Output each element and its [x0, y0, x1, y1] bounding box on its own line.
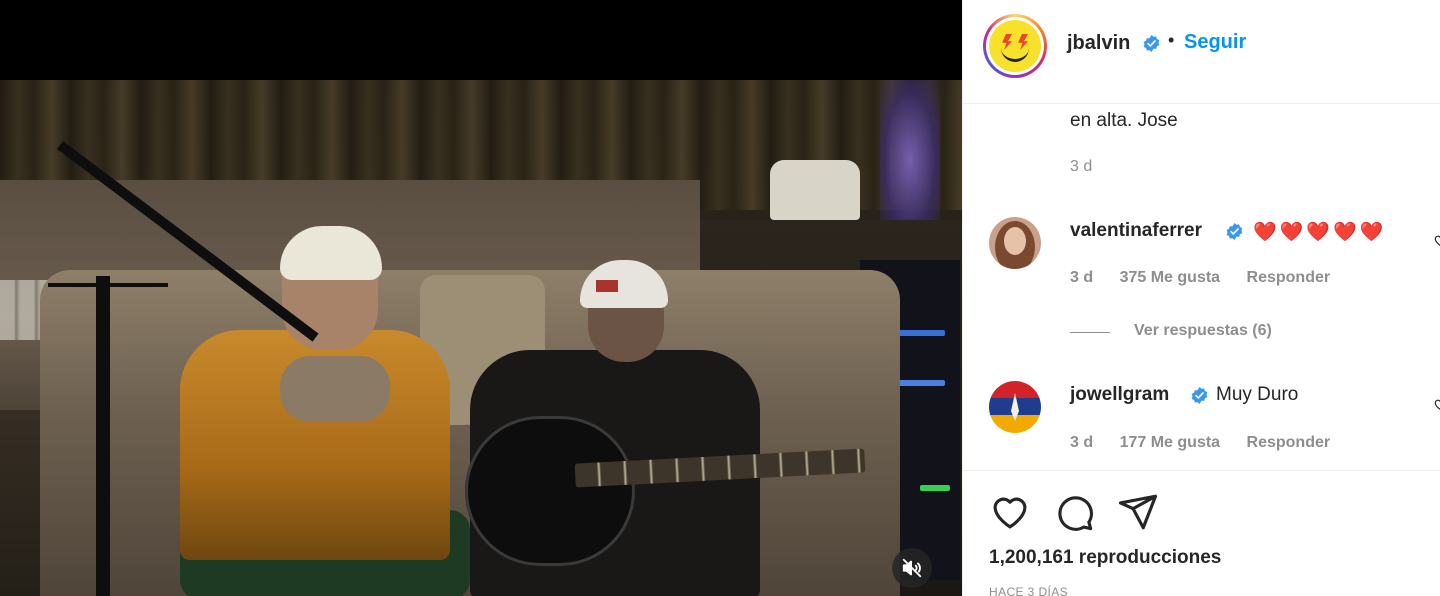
- view-count[interactable]: 1,200,161 reproducciones: [989, 547, 1221, 569]
- comments-list[interactable]: en alta. Jose 3 d valentinaferrer ❤️❤️❤️…: [963, 104, 1440, 470]
- mic-stand: [96, 276, 110, 596]
- purple-light: [880, 80, 940, 240]
- comment-time[interactable]: 3 d: [1070, 269, 1093, 286]
- follow-button[interactable]: Seguir: [1184, 31, 1246, 54]
- comment-icon[interactable]: [1053, 491, 1095, 533]
- post-header: jbalvin • Seguir: [963, 0, 1440, 104]
- caption-text: en alta. Jose: [1070, 110, 1178, 131]
- post-actions: 1,200,161 reproducciones HACE 3 DÍAS: [963, 470, 1440, 596]
- avatar-flag: [989, 381, 1041, 433]
- avatar-frame: [986, 17, 1044, 75]
- comment-meta: 3 d 177 Me gusta Responder: [1070, 434, 1352, 452]
- commenter-avatar[interactable]: [989, 381, 1041, 433]
- commenter-avatar[interactable]: [989, 217, 1041, 269]
- verified-badge-icon: [1143, 35, 1160, 52]
- separator-dot: •: [1168, 30, 1175, 50]
- guitar: [465, 416, 635, 566]
- comment-username[interactable]: jowellgram: [1070, 384, 1169, 406]
- author-username[interactable]: jbalvin: [1067, 32, 1130, 55]
- caption-time[interactable]: 3 d: [1070, 158, 1092, 176]
- heart-icon[interactable]: [1433, 232, 1440, 248]
- person-left-hands: [280, 356, 390, 422]
- mute-button[interactable]: [892, 548, 932, 588]
- comment-likes[interactable]: 177 Me gusta: [1120, 434, 1220, 451]
- video-player[interactable]: [0, 0, 962, 596]
- post-date[interactable]: HACE 3 DÍAS: [989, 585, 1068, 596]
- video-frame[interactable]: [0, 80, 962, 596]
- smiley-mouth: [1001, 48, 1029, 62]
- verified-badge-icon: [1191, 387, 1208, 404]
- heart-icon[interactable]: [1433, 396, 1440, 412]
- cap-logo: [596, 280, 618, 292]
- reply-button[interactable]: Responder: [1247, 434, 1331, 451]
- comment-likes[interactable]: 375 Me gusta: [1120, 269, 1220, 286]
- comment-meta: 3 d 375 Me gusta Responder: [1070, 269, 1352, 287]
- speaker-muted-icon: [902, 558, 922, 578]
- send-icon[interactable]: [1117, 491, 1159, 533]
- verified-badge-icon: [1226, 223, 1243, 240]
- replies-divider: [1070, 332, 1110, 333]
- heart-icon[interactable]: [989, 491, 1031, 533]
- post-sidebar: jbalvin • Seguir en alta. Jose 3 d valen…: [962, 0, 1440, 596]
- view-replies-button[interactable]: Ver respuestas (6): [1134, 322, 1272, 340]
- smiley-logo: [989, 20, 1041, 72]
- studio-phone: [770, 160, 860, 220]
- comment-text: Muy Duro: [1216, 384, 1299, 405]
- comment-text: ❤️❤️❤️❤️❤️: [1253, 222, 1387, 243]
- comment-time[interactable]: 3 d: [1070, 434, 1093, 451]
- reply-button[interactable]: Responder: [1247, 269, 1331, 286]
- author-avatar[interactable]: [983, 14, 1047, 78]
- comment-username[interactable]: valentinaferrer: [1070, 220, 1202, 242]
- avatar-photo: [989, 217, 1041, 269]
- rack-light: [920, 485, 950, 491]
